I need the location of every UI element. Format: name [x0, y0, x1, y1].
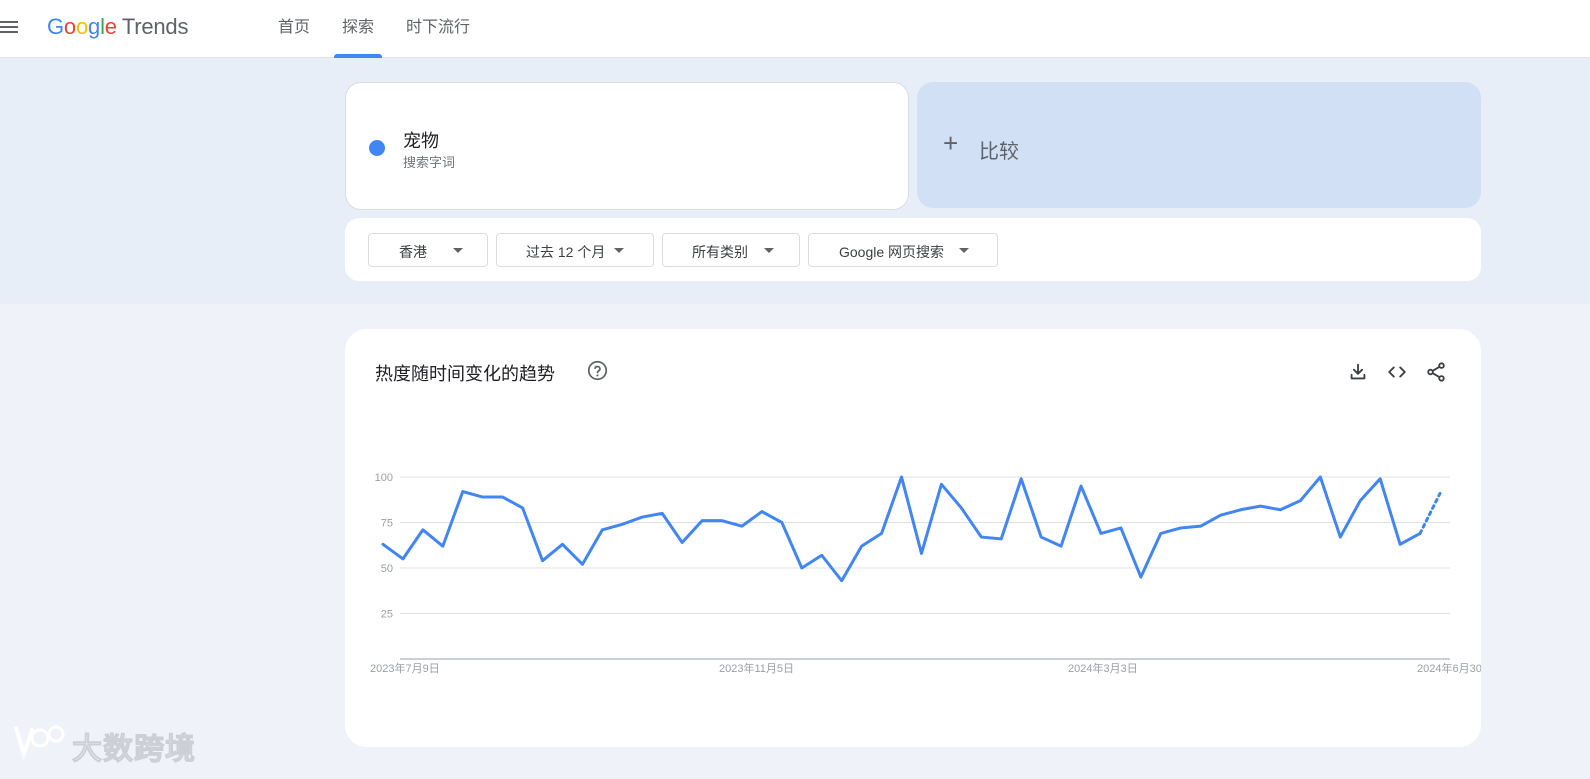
- region-filter-label: 香港: [399, 244, 427, 260]
- interest-over-time-chart[interactable]: 25 50 75 100 2023年7月9日 2023年11月5日 2024年3月3日 202…: [345, 329, 1481, 747]
- chevron-down-icon: [453, 248, 463, 253]
- filter-bar: 香港 过去 12 个月 所有类别 Google 网页搜索: [345, 218, 1481, 281]
- region-filter-dropdown[interactable]: 香港: [368, 233, 488, 267]
- search-type-filter-label: Google 网页搜索: [839, 244, 945, 260]
- nav-trending-now[interactable]: 时下流行: [398, 0, 478, 58]
- top-app-bar: Google Trends 首页 探索 时下流行: [0, 0, 1590, 58]
- search-term-type: 搜索字词: [403, 155, 456, 170]
- x-tick-label: 2024年6月30日: [1417, 661, 1481, 675]
- search-term-card[interactable]: 宠物 搜索字词: [345, 82, 909, 210]
- main-nav: 首页 探索 时下流行: [270, 0, 494, 58]
- y-tick-label: 50: [381, 563, 393, 575]
- time-range-filter-label: 过去 12 个月: [526, 244, 606, 260]
- search-type-filter-dropdown[interactable]: Google 网页搜索: [808, 233, 998, 267]
- chevron-down-icon: [764, 248, 774, 253]
- x-tick-label: 2024年3月3日: [1068, 661, 1138, 675]
- chevron-down-icon: [614, 248, 624, 253]
- series-line: [381, 475, 1422, 583]
- chevron-down-icon: [959, 248, 969, 253]
- nav-home[interactable]: 首页: [270, 0, 318, 58]
- plus-icon: +: [943, 128, 959, 158]
- compare-button[interactable]: + 比较: [917, 82, 1481, 208]
- nav-explore[interactable]: 探索: [334, 0, 383, 58]
- y-tick-label: 25: [381, 609, 393, 621]
- interest-over-time-card: 热度随时间变化的趋势 25 50 75 100 2023年7月9日 2023年11月5日 2…: [345, 329, 1481, 747]
- series-color-dot: [369, 140, 385, 156]
- series-partial-segment: [1418, 491, 1442, 535]
- compare-label: 比较: [979, 141, 1019, 163]
- watermark: 大数跨境: [10, 720, 210, 767]
- time-range-filter-dropdown[interactable]: 过去 12 个月: [496, 233, 654, 267]
- watermark-text: 大数跨境: [72, 733, 196, 767]
- y-tick-label: 75: [381, 518, 393, 530]
- hamburger-menu-icon[interactable]: [0, 18, 20, 36]
- x-tick-label: 2023年11月5日: [719, 661, 794, 675]
- google-trends-logo[interactable]: Google Trends: [47, 14, 188, 40]
- x-tick-label: 2023年7月9日: [370, 661, 440, 675]
- y-tick-label: 100: [375, 472, 393, 484]
- category-filter-dropdown[interactable]: 所有类别: [662, 233, 800, 267]
- search-term-name[interactable]: 宠物: [403, 127, 439, 153]
- watermark-logo-icon: [14, 725, 65, 761]
- category-filter-label: 所有类别: [692, 244, 748, 260]
